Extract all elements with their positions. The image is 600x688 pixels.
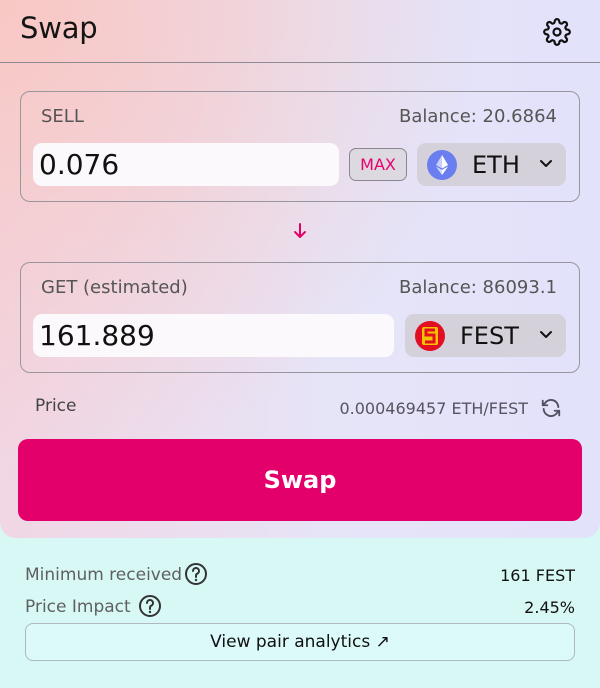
sell-token-name: ETH [472,151,520,179]
price-value: 0.000469457 ETH/FEST [339,399,528,418]
get-token-name: FEST [460,322,519,350]
swap-header: Swap [0,0,600,63]
arrow-down-icon[interactable] [291,222,309,240]
view-pair-analytics-label: View pair analytics [210,632,371,652]
get-panel: GET (estimated) Balance: 86093.1 FEST [20,262,580,373]
max-button[interactable]: MAX [349,148,407,181]
get-balance: Balance: 86093.1 [398,277,557,298]
chevron-down-icon [540,160,552,167]
gear-icon[interactable] [543,18,571,46]
swap-card: Swap SELL Balance: 20.6864 MAX ETH [0,0,600,538]
sell-panel: SELL Balance: 20.6864 MAX ETH [20,91,580,202]
minimum-received-label: Minimum received [25,565,183,585]
chevron-down-icon [540,331,552,338]
question-circle-icon[interactable] [138,594,162,618]
sell-label: SELL [41,106,84,127]
view-pair-analytics-button[interactable]: View pair analytics ↗ [25,623,575,661]
price-impact-label: Price Impact [25,597,131,617]
external-link-icon: ↗ [375,632,390,652]
price-impact-row: Price Impact 2.45% [25,593,575,621]
fest-token-icon [415,321,445,351]
get-amount-input[interactable] [33,314,394,357]
sell-amount-input[interactable] [33,143,339,186]
ethereum-icon [427,150,457,180]
page-title: Swap [20,11,98,45]
sell-balance: Balance: 20.6864 [398,106,557,127]
get-token-selector[interactable]: FEST [405,314,566,357]
minimum-received-row: Minimum received 161 FEST [25,561,575,589]
swap-button[interactable]: Swap [18,439,582,521]
get-label: GET (estimated) [41,277,188,298]
minimum-received-value: 161 FEST [500,566,575,585]
refresh-icon[interactable] [540,397,562,419]
question-circle-icon[interactable] [184,562,208,586]
price-label: Price [35,396,77,416]
sell-token-selector[interactable]: ETH [417,143,566,186]
price-impact-value: 2.45% [524,598,575,617]
